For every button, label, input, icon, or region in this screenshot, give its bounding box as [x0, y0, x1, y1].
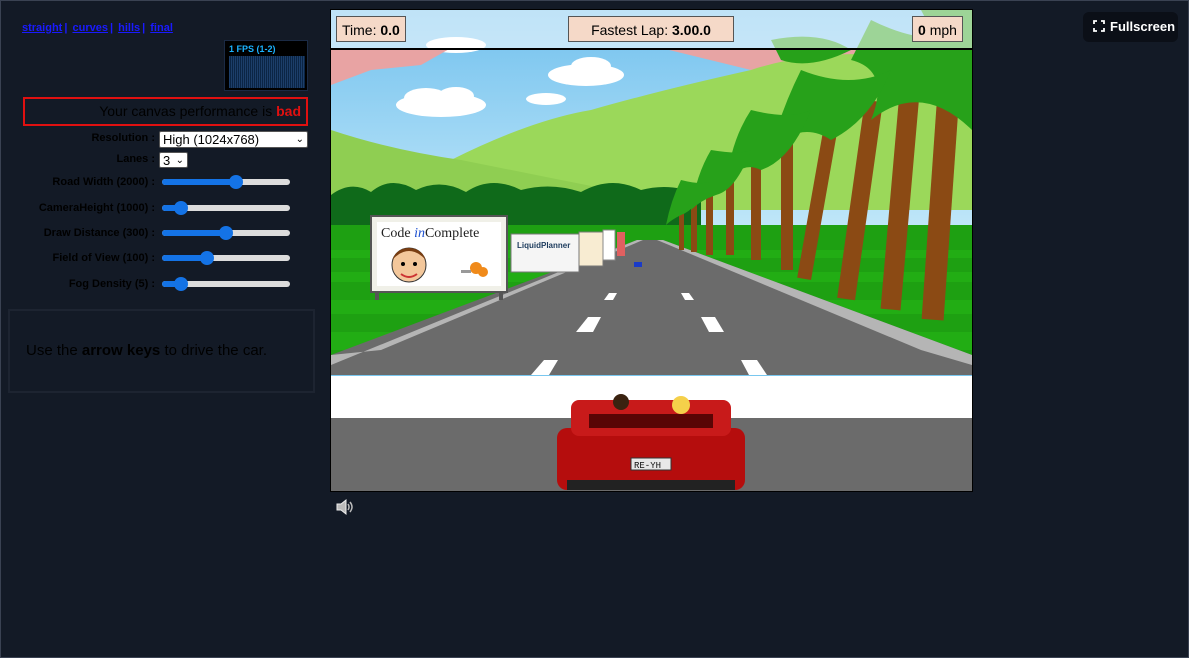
slider-row: Fog Density (5) :	[0, 277, 310, 291]
time-label: Time:	[342, 22, 377, 38]
slider-fill	[162, 179, 237, 185]
slider-row: Road Width (2000) :	[0, 175, 310, 189]
game-canvas[interactable]: Code inComplete LiquidPlanner RE-YH Time…	[330, 9, 973, 492]
chevron-down-icon: ⌄	[295, 134, 304, 145]
lanes-row: Lanes : 3 ⌄	[0, 152, 310, 168]
resolution-value: High (1024x768)	[163, 132, 260, 147]
slider-row: Draw Distance (300) :	[0, 226, 310, 240]
lanes-select[interactable]: 3 ⌄	[159, 152, 188, 168]
player-car: RE-YH	[557, 394, 745, 490]
lanes-label: Lanes :	[116, 153, 155, 165]
chevron-down-icon: ⌄	[175, 155, 184, 166]
slider-label: Road Width (2000) :	[52, 176, 155, 188]
performance-warning: Your canvas performance is bad	[23, 97, 308, 126]
speed-value: 0	[918, 22, 926, 38]
resolution-select[interactable]: High (1024x768) ⌄	[159, 131, 308, 148]
slider-handle[interactable]	[229, 175, 244, 189]
link-hills[interactable]: hills	[118, 22, 140, 34]
link-curves[interactable]: curves	[72, 22, 107, 34]
link-straight[interactable]: straight	[22, 22, 62, 34]
speed-unit: mph	[929, 22, 957, 38]
slider-handle[interactable]	[174, 277, 189, 291]
hud-fastest-lap: Fastest Lap: 3.00.0	[568, 16, 734, 42]
slider[interactable]	[162, 277, 290, 291]
fullscreen-label: Fullscreen	[1110, 19, 1176, 34]
billboard-text: Code inComplete	[381, 226, 479, 241]
slider-label: Draw Distance (300) :	[43, 227, 155, 239]
track-links: straight | curves | hills | final	[22, 22, 173, 34]
link-final[interactable]: final	[150, 22, 173, 34]
license-plate: RE-YH	[634, 461, 661, 471]
instructions-prefix: Use the	[26, 342, 78, 359]
slider-handle[interactable]	[219, 226, 233, 240]
instructions-suffix: to drive the car.	[164, 342, 267, 359]
time-value: 0.0	[380, 22, 400, 38]
lanes-value: 3	[163, 153, 171, 168]
slider-label: Fog Density (5) :	[68, 278, 155, 290]
slider[interactable]	[162, 251, 290, 265]
fps-graph	[229, 56, 305, 88]
fastest-lap-label: Fastest Lap:	[591, 22, 669, 38]
instructions-keys: arrow keys	[81, 342, 161, 359]
performance-text: Your canvas performance is	[99, 103, 273, 119]
slider[interactable]	[162, 201, 290, 215]
slider-row: CameraHeight (1000) :	[0, 201, 310, 215]
slider-label: CameraHeight (1000) :	[38, 202, 155, 214]
fastest-lap-value: 3.00.0	[672, 22, 711, 38]
slider-label: Field of View (100) :	[52, 252, 156, 264]
billboard2-text: LiquidPlanner	[517, 241, 570, 250]
hud-time: Time: 0.0	[336, 16, 406, 42]
resolution-label: Resolution :	[91, 132, 155, 144]
fps-label: 1 FPS (1-2)	[229, 44, 276, 54]
game-scene: Code inComplete LiquidPlanner RE-YH	[331, 10, 972, 491]
instructions-box: Use the arrow keys to drive the car.	[8, 309, 315, 393]
slider-handle[interactable]	[199, 251, 214, 265]
performance-status: bad	[276, 103, 301, 119]
slider-row: Field of View (100) :	[0, 251, 310, 265]
slider-fill	[162, 230, 226, 236]
billboard-code-incomplete: Code inComplete	[370, 215, 508, 300]
slider-handle[interactable]	[174, 201, 189, 215]
slider[interactable]	[162, 175, 290, 189]
fullscreen-icon	[1093, 20, 1105, 32]
hud-speed: 0 mph	[912, 16, 963, 42]
hud-bar: Time: 0.0 Fastest Lap: 3.00.0 0 mph	[331, 10, 972, 50]
slider[interactable]	[162, 226, 290, 240]
resolution-row: Resolution : High (1024x768) ⌄	[0, 131, 310, 148]
fullscreen-button[interactable]: Fullscreen	[1083, 12, 1178, 42]
fps-meter: 1 FPS (1-2)	[224, 40, 308, 91]
speaker-icon[interactable]	[335, 498, 357, 516]
